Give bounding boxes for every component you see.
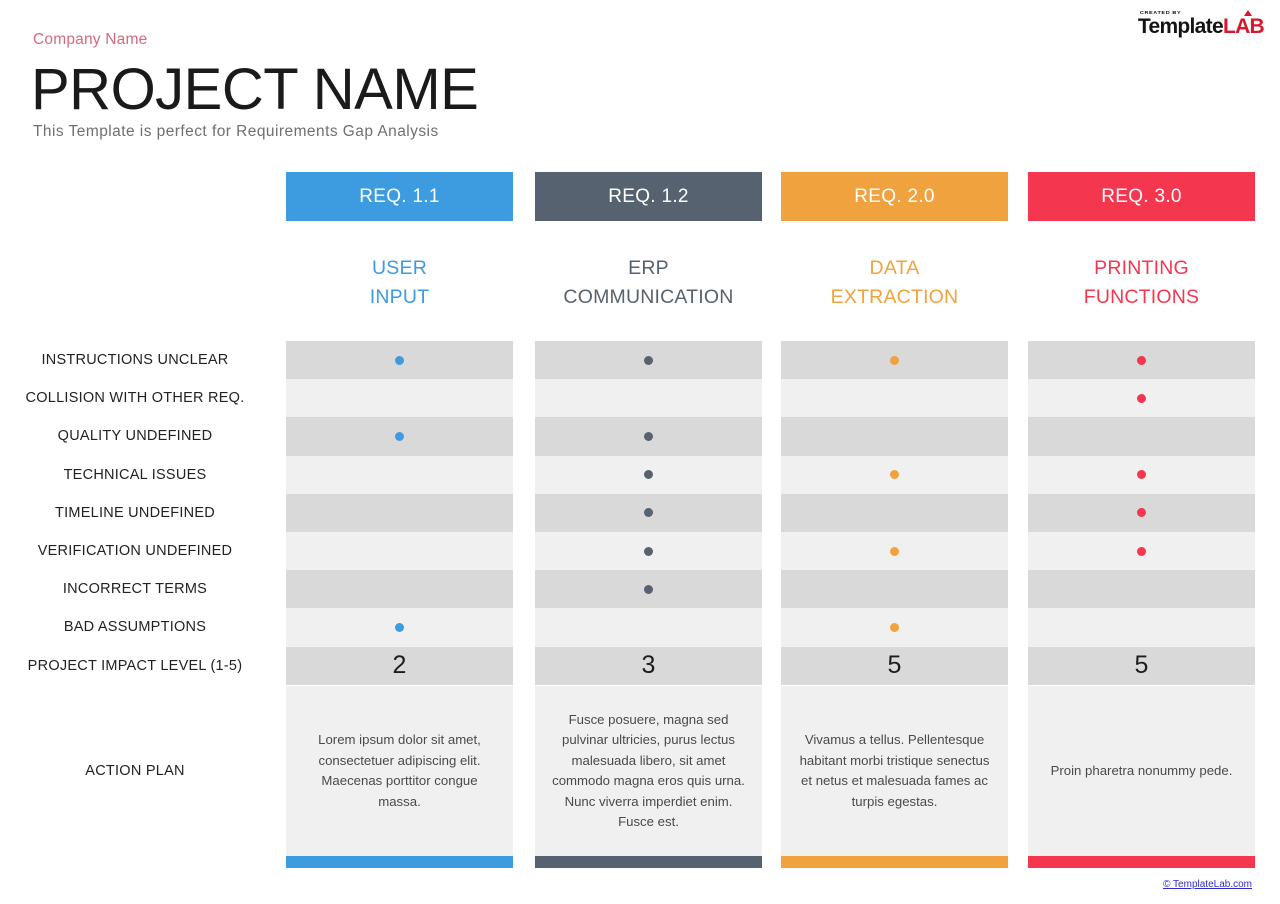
req-category-line1-0: USER bbox=[372, 257, 427, 279]
matrix-cell-c3-r2[interactable] bbox=[1028, 417, 1255, 456]
req-header-bar-2[interactable]: REQ. 2.0 bbox=[781, 172, 1008, 221]
gap-marker-dot bbox=[395, 431, 404, 441]
gap-marker-dot bbox=[1137, 393, 1146, 403]
req-category-label-2: DATA EXTRACTION bbox=[781, 254, 1008, 312]
gap-marker-dot bbox=[1137, 546, 1146, 556]
gap-marker-dot bbox=[644, 355, 653, 365]
impact-value-0: 2 bbox=[392, 651, 407, 680]
gap-marker-dot bbox=[644, 546, 653, 556]
column-footer-bar-2 bbox=[781, 856, 1008, 868]
matrix-cell-c3-r7[interactable] bbox=[1028, 608, 1255, 647]
matrix-cell-c1-r1[interactable] bbox=[535, 379, 762, 418]
action-plan-box-1[interactable]: Fusce posuere, magna sed pulvinar ultric… bbox=[535, 686, 762, 856]
action-plan-box-2[interactable]: Vivamus a tellus. Pellentesque habitant … bbox=[781, 686, 1008, 856]
req-category-label-1: ERP COMMUNICATION bbox=[535, 254, 762, 312]
gap-marker-dot bbox=[1137, 355, 1146, 365]
column-footer-bar-0 bbox=[286, 856, 513, 868]
req-category-label-3: PRINTING FUNCTIONS bbox=[1028, 254, 1255, 312]
matrix-cell-c1-r5[interactable] bbox=[535, 532, 762, 571]
req-header-bar-3[interactable]: REQ. 3.0 bbox=[1028, 172, 1255, 221]
matrix-cell-c1-r7[interactable] bbox=[535, 608, 762, 647]
matrix-cell-c2-r5[interactable] bbox=[781, 532, 1008, 571]
gap-marker-dot bbox=[395, 622, 404, 632]
req-category-line1-2: DATA bbox=[869, 257, 920, 279]
matrix-cell-c3-r0[interactable] bbox=[1028, 341, 1255, 380]
matrix-cell-c1-r4[interactable] bbox=[535, 493, 762, 532]
req-category-line1-3: PRINTING bbox=[1094, 257, 1189, 279]
gap-marker-dot bbox=[644, 470, 653, 480]
matrix-cell-c0-r5[interactable] bbox=[286, 532, 513, 571]
matrix-cell-c2-r0[interactable] bbox=[781, 341, 1008, 380]
gap-marker-dot bbox=[644, 508, 653, 518]
req-category-line2-3: FUNCTIONS bbox=[1083, 286, 1200, 308]
gap-marker-dot bbox=[1137, 508, 1146, 518]
impact-value-1: 3 bbox=[641, 651, 656, 680]
action-plan-box-3[interactable]: Proin pharetra nonummy pede. bbox=[1028, 686, 1255, 856]
action-plan-text-1: Fusce posuere, magna sed pulvinar ultric… bbox=[552, 711, 745, 830]
matrix-cell-c0-r0[interactable] bbox=[286, 341, 513, 380]
req-category-label-0: USER INPUT bbox=[286, 254, 513, 312]
action-plan-box-0[interactable]: Lorem ipsum dolor sit amet, consectetuer… bbox=[286, 686, 513, 856]
req-category-line1-1: ERP bbox=[628, 257, 669, 279]
gap-marker-dot bbox=[395, 355, 404, 365]
matrix-cell-c2-r3[interactable] bbox=[781, 455, 1008, 494]
req-category-line2-1: COMMUNICATION bbox=[563, 286, 734, 308]
matrix-cell-c1-r2[interactable] bbox=[535, 417, 762, 456]
impact-cell-2[interactable]: 5 bbox=[781, 646, 1008, 685]
matrix-cell-c3-r4[interactable] bbox=[1028, 493, 1255, 532]
gap-marker-dot bbox=[890, 470, 899, 480]
gap-marker-dot bbox=[890, 622, 899, 632]
action-plan-text-3: Proin pharetra nonummy pede. bbox=[1050, 762, 1233, 778]
matrix-cell-c0-r4[interactable] bbox=[286, 493, 513, 532]
matrix-cell-c2-r4[interactable] bbox=[781, 493, 1008, 532]
req-category-line2-0: INPUT bbox=[369, 286, 430, 308]
matrix-cell-c0-r7[interactable] bbox=[286, 608, 513, 647]
matrix-cell-c3-r3[interactable] bbox=[1028, 455, 1255, 494]
gap-analysis-page: Company Name PROJECT NAME This Template … bbox=[0, 0, 1280, 904]
matrix-cell-c1-r6[interactable] bbox=[535, 570, 762, 609]
matrix-cell-c3-r6[interactable] bbox=[1028, 570, 1255, 609]
matrix-cell-c2-r7[interactable] bbox=[781, 608, 1008, 647]
impact-cell-1[interactable]: 3 bbox=[535, 646, 762, 685]
matrix-cell-c2-r6[interactable] bbox=[781, 570, 1008, 609]
matrix-cell-c3-r5[interactable] bbox=[1028, 532, 1255, 571]
matrix-cell-c0-r1[interactable] bbox=[286, 379, 513, 418]
req-header-bar-0[interactable]: REQ. 1.1 bbox=[286, 172, 513, 221]
matrix-cell-c2-r2[interactable] bbox=[781, 417, 1008, 456]
column-footer-bar-1 bbox=[535, 856, 762, 868]
impact-value-3: 5 bbox=[1134, 651, 1149, 680]
requirement-columns: REQ. 1.1 USER INPUT 2 Lorem ipsum dolor sit … bbox=[0, 0, 1280, 904]
req-category-line2-2: EXTRACTION bbox=[830, 286, 959, 308]
gap-marker-dot bbox=[644, 584, 653, 594]
templatelab-footer-link[interactable]: © TemplateLab.com bbox=[1163, 879, 1252, 890]
matrix-cell-c1-r0[interactable] bbox=[535, 341, 762, 380]
action-plan-text-0: Lorem ipsum dolor sit amet, consectetuer… bbox=[318, 732, 481, 809]
matrix-cell-c1-r3[interactable] bbox=[535, 455, 762, 494]
gap-marker-dot bbox=[644, 431, 653, 441]
matrix-cell-c0-r6[interactable] bbox=[286, 570, 513, 609]
gap-marker-dot bbox=[890, 546, 899, 556]
matrix-cell-c2-r1[interactable] bbox=[781, 379, 1008, 418]
gap-marker-dot bbox=[1137, 470, 1146, 480]
impact-cell-0[interactable]: 2 bbox=[286, 646, 513, 685]
matrix-cell-c0-r2[interactable] bbox=[286, 417, 513, 456]
action-plan-text-2: Vivamus a tellus. Pellentesque habitant … bbox=[799, 732, 990, 809]
impact-value-2: 5 bbox=[887, 651, 902, 680]
gap-marker-dot bbox=[890, 355, 899, 365]
matrix-cell-c3-r1[interactable] bbox=[1028, 379, 1255, 418]
matrix-cell-c0-r3[interactable] bbox=[286, 455, 513, 494]
impact-cell-3[interactable]: 5 bbox=[1028, 646, 1255, 685]
column-footer-bar-3 bbox=[1028, 856, 1255, 868]
req-header-bar-1[interactable]: REQ. 1.2 bbox=[535, 172, 762, 221]
